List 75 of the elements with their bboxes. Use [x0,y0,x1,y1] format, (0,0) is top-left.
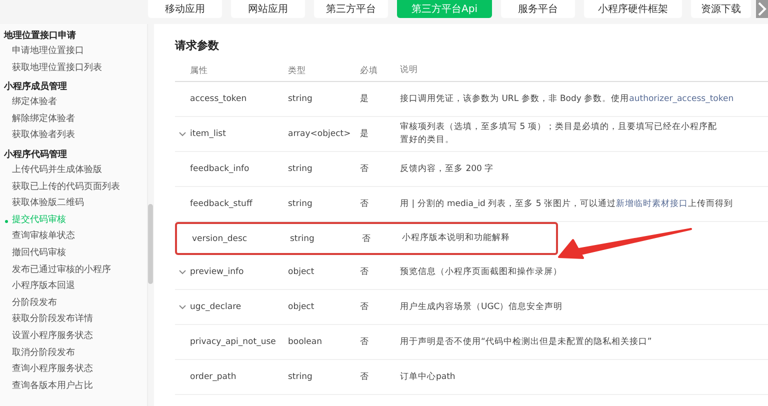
sidebar-item[interactable]: 查询各版本用户占比 [4,378,147,394]
table-cell: 小程序版本说明和功能解释 [402,232,510,245]
scrollbar-thumb[interactable] [148,204,153,284]
table-cell-text: string [288,94,314,104]
sidebar-item[interactable]: 获取分阶段发布详情 [4,311,147,328]
nav-tab[interactable]: 移动应用 [148,0,222,18]
table-cell-text: 否 [360,198,370,210]
sidebar-item[interactable]: 小程序版本回退 [4,278,147,295]
table-cell-text: 是 [360,93,370,105]
table-cell-text: item_list [190,129,227,139]
sidebar-item[interactable]: 取消分阶段发布 [4,344,147,362]
table-cell-text: 反馈内容，至多 200 字 [400,162,495,176]
nav-tab[interactable]: 服务平台 [501,0,575,18]
table-cell-text: 用 | 分割的 media_id 列表，至多 5 张图片，可以通过新增临时素材接口 上传而得到 [400,198,734,210]
section-title: 请求参数 [175,38,220,54]
nav-tab[interactable]: 网站应用 [231,0,305,18]
sidebar-item[interactable]: 绑定体验者 [4,94,147,111]
table-cell-text: object [288,267,316,277]
table-cell-text: preview_info [190,267,245,277]
table-cell-text: string [288,199,314,209]
column-header: 属性 [190,64,209,76]
sidebar-item[interactable]: 上传代码并生成体验版 [4,162,147,179]
chevron-down-icon[interactable] [179,304,186,310]
sidebar-item[interactable]: 查询审核单状态 [4,228,147,245]
table-cell-text: 否 [360,301,370,313]
nav-tab[interactable]: 小程序硬件框架 [584,0,682,18]
sidebar-item[interactable]: 解除绑定体验者 [4,110,147,128]
sidebar-item[interactable]: 发布已通过审核的小程序 [4,262,147,278]
sidebar-item[interactable]: 获取地理位置接口列表 [4,60,147,76]
sidebar-item[interactable]: 分阶段发布 [4,294,147,312]
table-cell-text: string [288,372,314,382]
sidebar-item[interactable]: 申请地理位置接口 [4,43,147,60]
table-cell-text: feedback_stuff [190,199,254,209]
table-cell-text: feedback_info [190,164,250,174]
chevron-down-icon[interactable] [179,270,186,274]
table-cell-text: 用于声明是否不使用“代码中检测出但是未配置的隐私相关接口” [400,336,653,348]
table-cell-text: 用户生成内容场景（UGC）信息安全声明 [400,300,564,314]
table-cell-text: privacy_api_not_use [190,337,277,347]
table-cell-text: 否 [360,336,370,348]
table-cell-text: 否 [362,232,372,244]
table-cell-text: array<object> [288,129,352,139]
table-cell-text: 否 [360,371,370,383]
sidebar-group-title: 地理位置接口申请 [4,29,77,43]
sidebar-item[interactable]: 获取体验者列表 [4,127,147,144]
sidebar-item[interactable]: 获取体验版二维码 [4,195,147,212]
column-header: 类型 [288,64,307,76]
table-cell-text: boolean [288,337,323,347]
nav-tab[interactable]: 资源下载 [691,0,751,18]
table-cell-text: order_path [190,372,238,382]
sidebar-item[interactable]: 设置小程序服务状态 [4,328,147,344]
table-cell-text: 接口调用凭证，该参数为 URL 参数，非 Body 参数。使用 authorizer_access_token [400,92,735,106]
table-cell-text: 否 [360,163,370,175]
table-cell: 审核项列表（选填，至多填写 5 项）；类目是必填的，且要填写已经在小程序配置好的类目。 [400,121,718,147]
table-cell-text: 是 [360,128,370,140]
table-cell-text: object [288,302,316,312]
sidebar-item[interactable]: 查询小程序服务状态 [4,361,147,378]
table-cell-text: access_token [190,94,248,104]
sidebar-item[interactable]: 获取已上传的代码页面列表 [4,178,147,196]
table-cell-text: version_desc [192,234,248,244]
sidebar-group-title: 小程序成员管理 [4,80,68,94]
column-header: 必填 [360,64,379,76]
link[interactable]: authorizer_access_token [629,94,734,104]
table-cell-text: 否 [360,266,370,278]
column-header: 说明 [400,64,419,77]
link[interactable]: 新增临时素材接口 [616,198,688,208]
chevron-right-icon[interactable] [756,0,768,18]
nav-tab[interactable]: 第三方平台 [314,0,388,18]
table-cell-text: ugc_declare [190,302,242,312]
table-cell-text: string [290,234,316,244]
chevron-down-icon[interactable] [179,132,186,136]
sidebar-group-title: 小程序代码管理 [4,148,68,162]
table-cell-text: 预览信息（小程序页面截图和操作录屏） [400,266,563,278]
table-cell-text: string [288,164,314,174]
sidebar-item[interactable]: 撤回代码审核 [4,244,147,262]
table-cell-text: 订单中心path [400,370,456,384]
